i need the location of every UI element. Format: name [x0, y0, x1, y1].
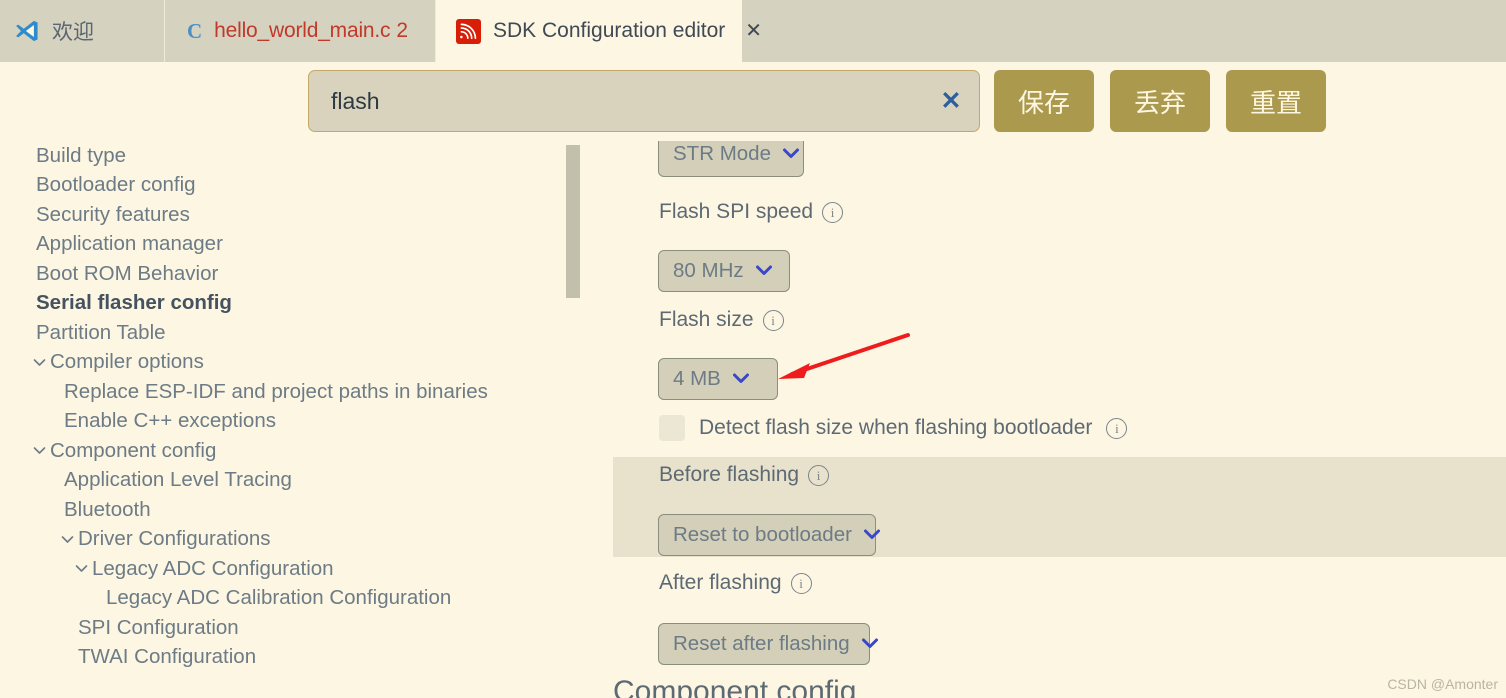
sidebar-item-application-manager[interactable]: Application manager — [0, 230, 560, 260]
after-flashing-dropdown[interactable]: Reset after flashing — [658, 623, 878, 665]
sidebar-item-label: Enable C++ exceptions — [64, 409, 276, 433]
sidebar-item-label: Application manager — [36, 232, 223, 256]
watermark: CSDN @Amonter — [1387, 676, 1498, 692]
sidebar-item-build-type[interactable]: Build type — [0, 141, 560, 171]
tab-hello-world-main-c-label: hello_world_main.c — [214, 19, 391, 42]
reset-button[interactable]: 重置 — [1226, 70, 1326, 132]
info-icon[interactable]: i — [808, 464, 830, 486]
sidebar-item-spi-configuration[interactable]: SPI Configuration — [0, 613, 560, 643]
tab-welcome[interactable]: 欢迎 — [0, 0, 165, 62]
tab-sdk-configuration-editor[interactable]: SDK Configuration editor ✕ — [436, 0, 762, 62]
flash-spi-speed-label-text: Flash SPI speed — [659, 200, 814, 223]
sidebar-item-label: Security features — [36, 202, 190, 226]
search-input[interactable] — [309, 71, 923, 131]
sidebar-item-driver-configurations[interactable]: Driver Configurations — [0, 525, 560, 555]
before-flashing-label-text: Before flashing — [659, 463, 800, 486]
c-file-icon: C — [187, 18, 203, 43]
vscode-logo-icon — [14, 18, 40, 44]
detect-flash-size-row: Detect flash size when flashing bootload… — [659, 415, 1128, 441]
chevron-down-icon[interactable] — [28, 446, 50, 455]
sidebar-item-twai-configuration[interactable]: TWAI Configuration — [0, 643, 560, 673]
info-icon[interactable]: i — [822, 201, 844, 223]
component-config-heading: Component config — [613, 675, 857, 698]
sidebar-item-label: Application Level Tracing — [64, 468, 292, 492]
close-icon[interactable]: ✕ — [745, 21, 762, 41]
config-settings-panel: STR Mode Flash SPI speed i 80 MHz Flash … — [580, 141, 1506, 698]
sidebar-item-bootloader-config[interactable]: Bootloader config — [0, 171, 560, 201]
sidebar-item-application-level-tracing[interactable]: Application Level Tracing — [0, 466, 560, 496]
search-box[interactable]: ✕ — [308, 70, 980, 132]
sidebar-item-label: Bluetooth — [64, 497, 151, 521]
sidebar-item-compiler-options[interactable]: Compiler options — [0, 348, 560, 378]
sidebar-item-label: Component config — [50, 438, 217, 462]
sidebar-scrollbar-thumb[interactable] — [566, 145, 580, 298]
flash-size-label: Flash size i — [659, 308, 784, 332]
chevron-down-icon[interactable] — [70, 564, 92, 573]
tab-welcome-label: 欢迎 — [52, 21, 94, 44]
flash-spi-speed-dropdown[interactable]: 80 MHz — [658, 250, 790, 292]
chevron-down-icon — [863, 528, 880, 543]
chevron-down-icon — [782, 147, 799, 162]
sidebar-item-boot-rom-behavior[interactable]: Boot ROM Behavior — [0, 259, 560, 289]
flash-size-label-text: Flash size — [659, 308, 754, 331]
info-icon[interactable]: i — [790, 572, 812, 594]
detect-flash-size-label: Detect flash size when flashing bootload… — [699, 416, 1093, 439]
sidebar-item-label: TWAI Configuration — [78, 645, 257, 669]
chevron-down-icon — [755, 264, 772, 279]
sidebar-item-label: Boot ROM Behavior — [36, 261, 219, 285]
after-flashing-label: After flashing i — [659, 571, 812, 595]
chevron-down-icon[interactable] — [56, 535, 78, 544]
sidebar-item-label: Legacy ADC Configuration — [92, 556, 334, 580]
flash-mode-value: STR Mode — [673, 142, 771, 165]
sidebar-item-partition-table[interactable]: Partition Table — [0, 318, 560, 348]
sidebar-item-label: SPI Configuration — [78, 615, 239, 639]
after-flashing-label-text: After flashing — [659, 571, 782, 594]
before-flashing-label: Before flashing i — [659, 463, 830, 487]
info-icon[interactable]: i — [1106, 417, 1128, 439]
before-flashing-dropdown[interactable]: Reset to bootloader — [658, 514, 880, 556]
clear-search-icon[interactable]: ✕ — [923, 86, 979, 116]
flash-spi-speed-value: 80 MHz — [673, 259, 744, 282]
chevron-down-icon — [861, 637, 878, 652]
save-button[interactable]: 保存 — [994, 70, 1094, 132]
sidebar-item-label: Build type — [36, 143, 127, 167]
editor-tab-bar: 欢迎 C hello_world_main.c 2 SDK Configurat… — [0, 0, 1506, 62]
sidebar-item-bluetooth[interactable]: Bluetooth — [0, 495, 560, 525]
flash-spi-speed-label: Flash SPI speed i — [659, 200, 844, 224]
sidebar-item-label: Bootloader config — [36, 173, 196, 197]
before-flashing-value: Reset to bootloader — [673, 523, 852, 546]
tab-sdk-configuration-editor-label: SDK Configuration editor — [493, 19, 726, 42]
sidebar-item-label: Serial flasher config — [36, 291, 232, 315]
detect-flash-size-checkbox[interactable] — [659, 415, 685, 441]
sidebar-item-enable-c-exceptions[interactable]: Enable C++ exceptions — [0, 407, 560, 437]
editor-toolbar: ✕ 保存 丢弃 重置 — [0, 62, 1506, 141]
sidebar-item-label: Driver Configurations — [78, 527, 271, 551]
discard-button[interactable]: 丢弃 — [1110, 70, 1210, 132]
after-flashing-value: Reset after flashing — [673, 632, 850, 655]
sdk-configuration-editor-window: 欢迎 C hello_world_main.c 2 SDK Configurat… — [0, 0, 1506, 698]
chevron-down-icon — [732, 372, 749, 387]
sidebar-item-component-config[interactable]: Component config — [0, 436, 560, 466]
sidebar-item-label: Partition Table — [36, 320, 166, 344]
sidebar-item-label: Legacy ADC Calibration Configuration — [106, 586, 452, 610]
sidebar-item-legacy-adc-calibration-configuration[interactable]: Legacy ADC Calibration Configuration — [0, 584, 560, 614]
flash-mode-dropdown[interactable]: STR Mode — [658, 141, 804, 177]
espressif-logo-icon — [456, 18, 481, 44]
sidebar-item-serial-flasher-config[interactable]: Serial flasher config — [0, 289, 560, 319]
tab-hello-world-main-c[interactable]: C hello_world_main.c 2 — [165, 0, 436, 62]
config-menu-sidebar: Build type Bootloader config Security feat… — [0, 141, 560, 698]
info-icon[interactable]: i — [762, 309, 784, 331]
tab-badge: 2 — [396, 19, 409, 42]
sidebar-item-legacy-adc-configuration[interactable]: Legacy ADC Configuration — [0, 554, 560, 584]
chevron-down-icon[interactable] — [28, 358, 50, 367]
sidebar-item-security-features[interactable]: Security features — [0, 200, 560, 230]
sidebar-item-replace-esp-idf-and-project-paths-in-binaries[interactable]: Replace ESP-IDF and project paths in bin… — [0, 377, 560, 407]
flash-size-dropdown[interactable]: 4 MB — [658, 358, 778, 400]
sidebar-item-label: Replace ESP-IDF and project paths in bin… — [64, 379, 488, 403]
flash-size-value: 4 MB — [673, 367, 721, 390]
sidebar-item-label: Compiler options — [50, 350, 204, 374]
